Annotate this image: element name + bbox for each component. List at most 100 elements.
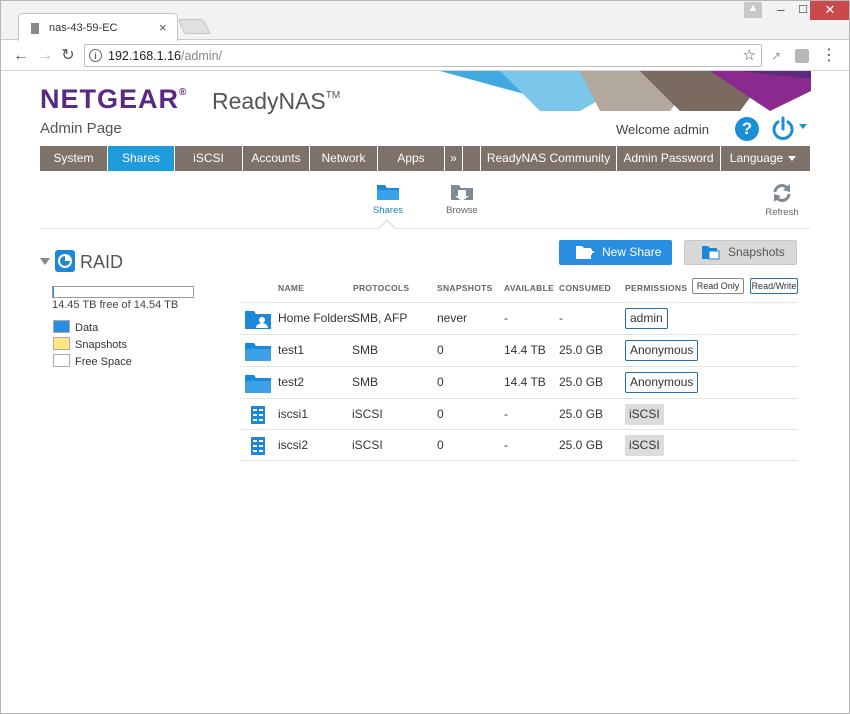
window-close-button[interactable]: ✕	[810, 0, 850, 20]
folder-icon	[245, 343, 271, 361]
menu-readynas-community[interactable]: ReadyNAS Community	[480, 146, 617, 171]
subnav-divider	[40, 228, 810, 229]
permission-tag[interactable]: Anonymous	[625, 340, 699, 361]
browser-tab[interactable]: nas-43-59-EC ×	[18, 13, 178, 41]
refresh-label: Refresh	[765, 207, 799, 218]
browser-titlebar: nas-43-59-EC × ▲ ‒ ☐ ✕	[0, 0, 850, 41]
filter-read-only-button[interactable]: Read Only	[692, 278, 744, 294]
netgear-logo: NETGEAR®	[40, 84, 187, 115]
subnav-browse[interactable]: Browse	[442, 182, 482, 216]
share-consumed: -	[559, 311, 563, 325]
column-header-permissions[interactable]: PERMISSIONS	[625, 283, 687, 293]
share-protocols: SMB	[352, 343, 379, 357]
share-snapshots: 0	[437, 375, 444, 389]
legend-free-label: Free Space	[75, 356, 132, 368]
share-snapshots: 0	[437, 343, 444, 357]
column-header-snapshots[interactable]: SNAPSHOTS	[437, 283, 493, 293]
extension-cursor-icon[interactable]: ↗	[769, 49, 783, 63]
menu-accounts[interactable]: Accounts	[243, 146, 310, 171]
menu-language[interactable]: Language	[721, 146, 805, 171]
forward-button[interactable]: →	[34, 45, 56, 67]
header-banner-graphic	[440, 71, 811, 111]
url-path: /admin/	[181, 49, 222, 63]
raid-title: RAID	[80, 252, 124, 272]
shares-folder-icon	[377, 185, 399, 200]
snapshots-button[interactable]: Snapshots	[684, 240, 797, 265]
page-title: Admin Page	[40, 120, 122, 137]
product-label: ReadyNAS	[212, 88, 326, 114]
legend-snapshots-label: Snapshots	[75, 339, 127, 351]
extension-pdf-icon[interactable]	[795, 49, 809, 63]
power-icon[interactable]	[770, 116, 796, 142]
column-header-protocols[interactable]: PROTOCOLS	[353, 283, 409, 293]
url-text[interactable]: 192.168.1.16/admin/	[108, 49, 222, 63]
table-row[interactable]: iscsi1 iSCSI 0 - 25.0 GB iSCSI	[240, 398, 798, 430]
menu-network[interactable]: Network	[310, 146, 378, 171]
brand-name: NETGEAR	[40, 84, 180, 114]
product-name: ReadyNASTM	[212, 88, 340, 115]
menu-more-button[interactable]: »	[445, 146, 463, 171]
site-info-icon[interactable]: i	[89, 49, 102, 62]
legend-data-label: Data	[75, 322, 99, 334]
share-available: 14.4 TB	[504, 343, 546, 357]
capacity-text: 14.45 TB free of 14.54 TB	[52, 299, 179, 311]
share-consumed: 25.0 GB	[559, 407, 604, 421]
address-bar[interactable]: i 192.168.1.16/admin/ ☆	[84, 44, 762, 67]
menu-shares[interactable]: Shares	[108, 146, 175, 171]
table-row[interactable]: test2 SMB 0 14.4 TB 25.0 GB Anonymous	[240, 366, 798, 398]
profile-icon[interactable]: ▲	[744, 2, 762, 18]
share-available: 14.4 TB	[504, 375, 546, 389]
share-available: -	[504, 311, 508, 325]
reload-button[interactable]: ↻	[57, 45, 79, 67]
main-menu: System Shares iSCSI Accounts Network App…	[40, 146, 810, 171]
bookmark-star-icon[interactable]: ☆	[743, 46, 756, 64]
filter-read-write-button[interactable]: Read/Write	[750, 278, 798, 294]
subnav-shares[interactable]: Shares	[368, 182, 408, 216]
new-share-icon	[576, 246, 594, 259]
new-tab-button[interactable]	[177, 19, 211, 34]
browser-menu-icon[interactable]: ⋮	[818, 45, 840, 67]
menu-iscsi[interactable]: iSCSI	[175, 146, 243, 171]
new-share-button[interactable]: New Share	[559, 240, 672, 265]
share-name: iscsi2	[278, 438, 309, 452]
legend-snapshots-swatch	[53, 337, 70, 350]
permission-tag[interactable]: iSCSI	[625, 435, 664, 456]
permission-tag[interactable]: Anonymous	[625, 372, 699, 393]
share-snapshots: 0	[437, 438, 444, 452]
share-available: -	[504, 438, 508, 452]
legend-free-swatch	[53, 354, 70, 367]
table-row[interactable]: iscsi2 iSCSI 0 - 25.0 GB iSCSI	[240, 429, 798, 461]
column-header-available[interactable]: AVAILABLE	[504, 283, 554, 293]
raid-collapse-icon[interactable]	[40, 258, 50, 265]
menu-system[interactable]: System	[40, 146, 108, 171]
share-available: -	[504, 407, 508, 421]
share-consumed: 25.0 GB	[559, 343, 604, 357]
share-name: test2	[278, 375, 305, 389]
refresh-button[interactable]: Refresh	[762, 182, 802, 218]
share-name: test1	[278, 343, 305, 357]
legend-snapshots: Snapshots	[53, 337, 127, 351]
permission-tag[interactable]: admin	[625, 308, 668, 329]
column-header-name[interactable]: NAME	[278, 283, 304, 293]
home-folder-icon	[245, 311, 271, 329]
help-icon[interactable]: ?	[735, 117, 759, 141]
power-dropdown-icon[interactable]	[799, 124, 807, 129]
legend-free-space: Free Space	[53, 354, 132, 368]
menu-admin-password[interactable]: Admin Password	[617, 146, 721, 171]
welcome-text: Welcome admin	[616, 122, 709, 137]
iscsi-lun-icon	[251, 406, 265, 424]
capacity-bar	[52, 286, 194, 298]
back-button[interactable]: ←	[10, 45, 32, 67]
column-header-consumed[interactable]: CONSUMED	[559, 283, 611, 293]
tab-title: nas-43-59-EC	[49, 22, 118, 34]
menu-apps[interactable]: Apps	[378, 146, 445, 171]
share-protocols: SMB	[352, 375, 379, 389]
share-protocols: iSCSI	[352, 438, 383, 452]
table-row[interactable]: Home Folders SMB, AFP never - - admin	[240, 302, 798, 334]
share-snapshots: never	[437, 311, 468, 325]
tab-close-icon[interactable]: ×	[159, 20, 167, 35]
permission-tag[interactable]: iSCSI	[625, 404, 664, 425]
table-row[interactable]: test1 SMB 0 14.4 TB 25.0 GB Anonymous	[240, 334, 798, 366]
page-favicon-icon	[31, 23, 39, 34]
raid-volume-icon	[55, 250, 75, 272]
